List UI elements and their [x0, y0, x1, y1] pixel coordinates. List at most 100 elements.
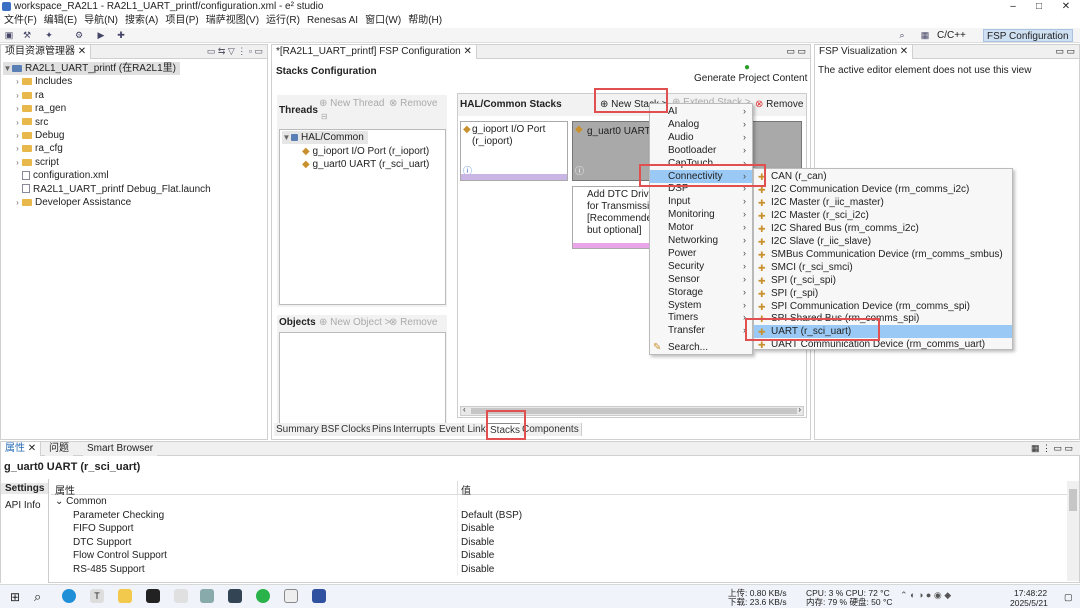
explorer-item[interactable]: configuration.xml: [13, 169, 109, 182]
properties-tab[interactable]: 属性 ✕: [1, 442, 42, 456]
property-row[interactable]: RS-485 Support Disable: [51, 562, 1067, 576]
windows-start-icon[interactable]: ⊞: [10, 590, 20, 604]
stack-block-ioport[interactable]: ◆ g_ioport I/O Port (r_ioport) ⓘ: [460, 121, 568, 181]
tab-fsp-configuration[interactable]: *[RA2L1_UART_printf] FSP Configuration ✕: [272, 45, 477, 59]
expand-icon[interactable]: ›: [13, 89, 22, 102]
scroll-left-icon[interactable]: ‹: [463, 405, 466, 414]
thread-uart[interactable]: ◆ g_uart0 UART (r_sci_uart): [302, 158, 429, 171]
perspective-cpp[interactable]: C/C++: [934, 29, 969, 42]
property-row[interactable]: ⌄ Common: [51, 495, 1067, 508]
submenu-item-smbus-communication-device-rm-comms-smbus[interactable]: ✚ SMBus Communication Device (rm_comms_sm…: [754, 248, 1012, 261]
explorer-item[interactable]: › ra: [13, 89, 44, 102]
expand-icon[interactable]: ›: [13, 129, 22, 142]
tab-components[interactable]: Components: [520, 423, 582, 436]
explorer-view-menu-icon[interactable]: ▭ ⇆ ▽ ⋮ ▫ ▭: [207, 46, 263, 57]
minimize-button[interactable]: –: [1001, 0, 1025, 13]
chevron-down-icon[interactable]: ⌄: [55, 496, 63, 507]
menu-item-search[interactable]: ✎ Search...: [650, 341, 752, 354]
expand-icon[interactable]: ›: [13, 75, 22, 88]
collapse-icon[interactable]: ⊟: [321, 112, 328, 121]
editor-max-icon[interactable]: ▭ ▭: [786, 46, 806, 57]
generate-project-content[interactable]: Generate Project Content: [694, 73, 807, 84]
viz-max-icon[interactable]: ▭ ▭: [1055, 46, 1075, 57]
file-explorer-icon[interactable]: [118, 589, 132, 603]
menu-item[interactable]: 运行(R): [266, 13, 300, 28]
expand-icon[interactable]: ›: [13, 102, 22, 115]
tool-icon[interactable]: ✚: [116, 30, 126, 40]
menu-item-sensor[interactable]: Sensor ›: [650, 273, 752, 286]
menu-item-monitoring[interactable]: Monitoring ›: [650, 208, 752, 221]
tab-project-explorer[interactable]: 项目资源管理器 ✕: [1, 45, 92, 59]
submenu-item-i2c-slave-r-iic-slave[interactable]: ✚ I2C Slave (r_iic_slave): [754, 235, 1012, 248]
app-icon-6[interactable]: [200, 589, 214, 603]
scroll-right-icon[interactable]: ›: [798, 405, 801, 414]
menu-item-storage[interactable]: Storage ›: [650, 286, 752, 299]
app-icon-9[interactable]: [284, 589, 298, 603]
app-icon-5[interactable]: [174, 589, 188, 603]
tab-summary[interactable]: Summary: [274, 423, 322, 436]
explorer-item[interactable]: › ra_cfg: [13, 142, 63, 155]
expand-icon[interactable]: ›: [13, 156, 22, 169]
expand-icon[interactable]: ›: [13, 196, 22, 209]
typora-icon[interactable]: T: [90, 589, 104, 603]
thread-hal-common[interactable]: ▼ HAL/Common: [282, 131, 368, 144]
menu-item[interactable]: 文件(F): [4, 13, 37, 28]
expand-icon[interactable]: ▼: [3, 62, 12, 75]
explorer-item[interactable]: › Debug: [13, 129, 64, 142]
menu-item[interactable]: 窗口(W): [365, 13, 401, 28]
thread-ioport[interactable]: ◆ g_ioport I/O Port (r_ioport): [302, 145, 429, 158]
menu-item-analog[interactable]: Analog ›: [650, 118, 752, 131]
submenu-item-i2c-master-r-iic-master[interactable]: ✚ I2C Master (r_iic_master): [754, 196, 1012, 209]
menu-item[interactable]: 编辑(E): [44, 13, 77, 28]
menu-item-timers[interactable]: Timers ›: [650, 311, 752, 324]
new-object-button[interactable]: ⊕ New Object >: [319, 317, 390, 328]
explorer-item[interactable]: RA2L1_UART_printf Debug_Flat.launch: [13, 183, 211, 196]
close-icon[interactable]: ✕: [25, 443, 36, 454]
menu-item[interactable]: 项目(P): [165, 13, 198, 28]
app-icon-7[interactable]: [228, 589, 242, 603]
api-info-tab[interactable]: API Info: [5, 500, 41, 511]
menu-item-power[interactable]: Power ›: [650, 247, 752, 260]
menu-item[interactable]: 瑞萨视图(V): [206, 13, 259, 28]
submenu-item-spi-r-sci-spi[interactable]: ✚ SPI (r_sci_spi): [754, 274, 1012, 287]
settings-tab[interactable]: Settings: [1, 483, 48, 494]
menu-item-networking[interactable]: Networking ›: [650, 234, 752, 247]
perspective-fsp[interactable]: FSP Configuration: [983, 29, 1073, 42]
notification-icon[interactable]: ▢: [1064, 592, 1073, 603]
explorer-item[interactable]: › ra_gen: [13, 102, 66, 115]
explorer-item[interactable]: ▼ RA2L1_UART_printf (在RA2L1里): [3, 62, 180, 75]
tray-icons[interactable]: ⌃ ◐ ◑ ● ◉ ◆: [900, 590, 951, 601]
generate-icon[interactable]: ●: [744, 62, 750, 73]
menu-item[interactable]: 帮助(H): [408, 13, 442, 28]
menu-item-transfer[interactable]: Transfer ›: [650, 324, 752, 337]
build-icon[interactable]: ⚒: [22, 30, 32, 40]
tab-clocks[interactable]: Clocks: [339, 423, 375, 436]
remove-thread-button[interactable]: ⊗ Remove: [389, 98, 437, 109]
menu-item-system[interactable]: System ›: [650, 299, 752, 312]
menu-item-bootloader[interactable]: Bootloader ›: [650, 144, 752, 157]
menu-item[interactable]: 导航(N): [84, 13, 118, 28]
remove-stack-button[interactable]: ⊗ Remove: [755, 99, 803, 110]
search-icon[interactable]: ⌕: [34, 589, 41, 605]
properties-view-icons[interactable]: ▦ ⋮ ▭ ▭: [1031, 443, 1073, 454]
remove-object-button[interactable]: ⊗ Remove: [389, 317, 437, 328]
expand-icon[interactable]: ›: [13, 116, 22, 129]
close-button[interactable]: ✕: [1054, 0, 1078, 13]
save-icon[interactable]: ▣: [4, 30, 14, 40]
property-row[interactable]: FIFO Support Disable: [51, 522, 1067, 535]
menu-item-audio[interactable]: Audio ›: [650, 131, 752, 144]
explorer-item[interactable]: › Includes: [13, 75, 72, 88]
submenu-item-can-r-can[interactable]: ✚ CAN (r_can): [754, 170, 1012, 183]
submenu-item-i2c-master-r-sci-i2c[interactable]: ✚ I2C Master (r_sci_i2c): [754, 209, 1012, 222]
new-thread-button[interactable]: ⊕ New Thread: [319, 98, 384, 109]
menu-item-security[interactable]: Security ›: [650, 260, 752, 273]
debug-icon[interactable]: ✦: [44, 30, 54, 40]
e2studio-icon[interactable]: [312, 589, 326, 603]
maximize-button[interactable]: □: [1027, 0, 1051, 13]
tab-interrupts[interactable]: Interrupts: [391, 423, 439, 436]
submenu-item-spi-communication-device-rm-comms-spi[interactable]: ✚ SPI Communication Device (rm_comms_spi): [754, 300, 1012, 313]
search-icon[interactable]: ⌕: [897, 30, 907, 40]
submenu-item-spi-r-spi[interactable]: ✚ SPI (r_spi): [754, 287, 1012, 300]
submenu-item-i2c-shared-bus-rm-comms-i2c[interactable]: ✚ I2C Shared Bus (rm_comms_i2c): [754, 222, 1012, 235]
open-perspective-icon[interactable]: ▦: [920, 30, 930, 40]
